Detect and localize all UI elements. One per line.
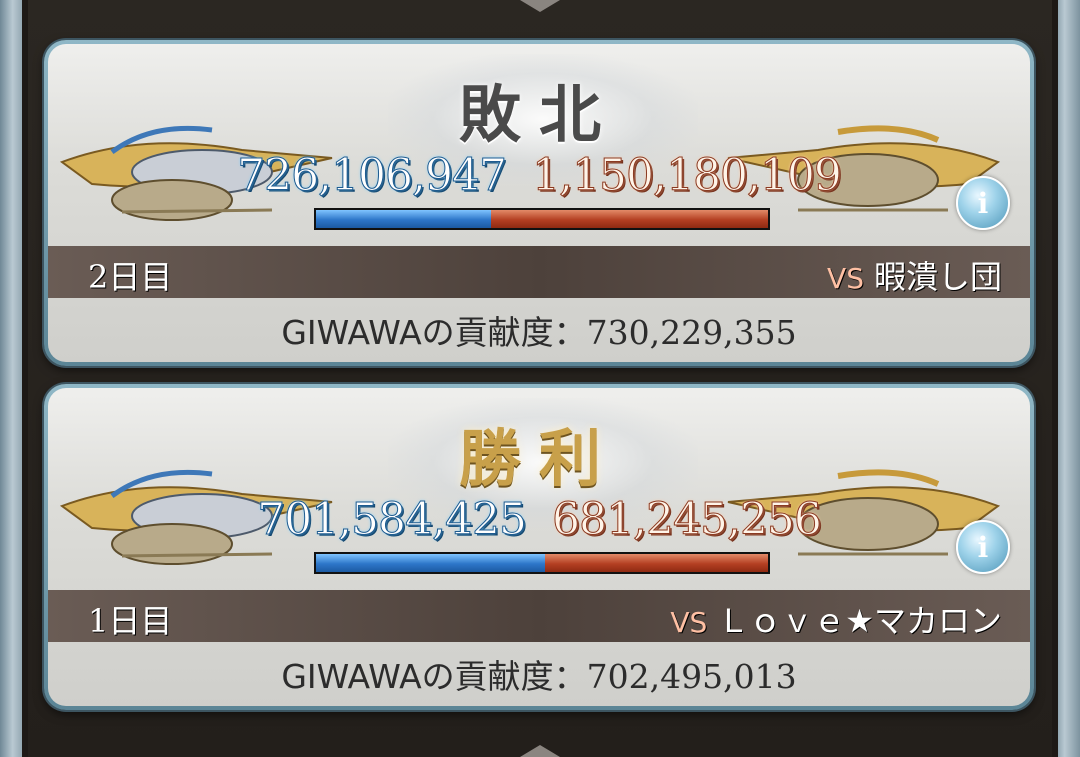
battle-card-inner: 勝利 701,584,425 681,245,256 i 1日目 VS Ｌｏｖｅ★マ… <box>48 388 1030 706</box>
vs-prefix: VS <box>670 606 708 639</box>
enemy-score: 681,245,256 <box>552 494 823 546</box>
frame-left <box>0 0 28 757</box>
info-icon[interactable]: i <box>956 176 1010 230</box>
info-icon[interactable]: i <box>956 520 1010 574</box>
score-ratio-bar <box>314 552 770 574</box>
vs-prefix: VS <box>827 262 864 295</box>
opponent-name: 暇潰し団 <box>873 258 1002 296</box>
battle-card-inner: 敗北 726,106,947 1,150,180,109 i 2日目 VS 暇潰し団 <box>48 44 1030 362</box>
enemy-score-bar <box>545 554 768 572</box>
score-line: 701,584,425 681,245,256 <box>48 494 1030 546</box>
contribution-value: 730,229,355 <box>586 313 797 352</box>
battle-day: 2日目 <box>88 258 173 296</box>
contribution-label: GIWAWAの貢献度： <box>281 313 587 352</box>
enemy-score-bar <box>490 210 768 228</box>
contribution-line: GIWAWAの貢献度：730,229,355 <box>48 306 1030 354</box>
battle-day: 1日目 <box>88 602 173 640</box>
opponent-name: Ｌｏｖｅ★マカロン <box>717 602 1002 640</box>
our-score-bar <box>316 554 546 572</box>
our-score-bar <box>316 210 491 228</box>
contribution-label: GIWAWAの貢献度： <box>281 657 587 696</box>
score-ratio-bar <box>314 208 770 230</box>
battle-card-day2[interactable]: 敗北 726,106,947 1,150,180,109 i 2日目 VS 暇潰し団 <box>44 40 1034 366</box>
day-strip: 1日目 VS Ｌｏｖｅ★マカロン <box>48 590 1030 642</box>
score-line: 726,106,947 1,150,180,109 <box>48 150 1030 202</box>
contribution-value: 702,495,013 <box>586 657 797 696</box>
our-score: 726,106,947 <box>237 150 508 202</box>
frame-right <box>1052 0 1080 757</box>
opponent-label: VS Ｌｏｖｅ★マカロン <box>670 596 1002 642</box>
day-strip: 2日目 VS 暇潰し団 <box>48 246 1030 298</box>
contribution-line: GIWAWAの貢献度：702,495,013 <box>48 650 1030 698</box>
enemy-score: 1,150,180,109 <box>532 150 843 202</box>
battle-card-day1[interactable]: 勝利 701,584,425 681,245,256 i 1日目 VS Ｌｏｖｅ★マ… <box>44 384 1034 710</box>
opponent-label: VS 暇潰し団 <box>827 252 1002 298</box>
our-score: 701,584,425 <box>257 494 528 546</box>
